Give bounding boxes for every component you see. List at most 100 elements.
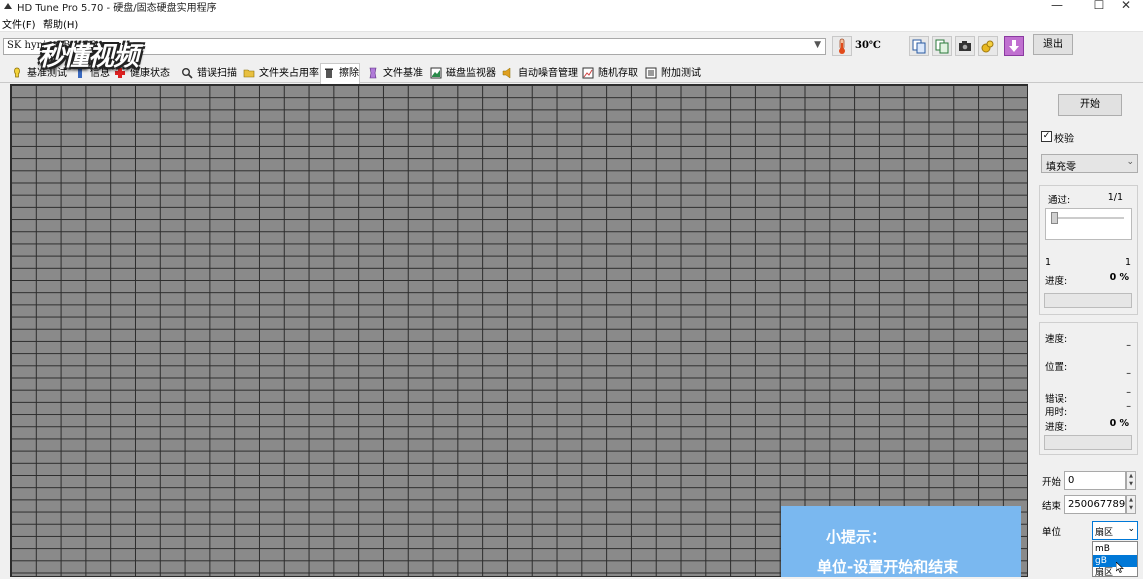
end-spinner[interactable]: ▲ ▼: [1126, 495, 1136, 514]
tab-label: 附加测试: [661, 68, 701, 79]
video-watermark: 秒懂视频: [38, 42, 139, 72]
tab-random-access[interactable]: 随机存取: [580, 64, 638, 83]
unit-option-sector[interactable]: 扇区: [1093, 567, 1137, 579]
errors-value: –: [1126, 387, 1131, 398]
exit-button[interactable]: 退出: [1033, 34, 1073, 55]
block-map: [10, 84, 1028, 577]
slider-thumb[interactable]: [1051, 212, 1058, 224]
options-button[interactable]: [978, 36, 998, 56]
tab-noise-management[interactable]: 自动噪音管理: [500, 64, 578, 83]
speed-value: –: [1126, 340, 1131, 351]
tab-disk-monitor[interactable]: 磁盘监视器: [428, 64, 496, 83]
start-spinner[interactable]: ▲ ▼: [1126, 471, 1136, 490]
minimize-button[interactable]: —: [1040, 0, 1074, 14]
passes-value: 1/1: [1107, 192, 1123, 203]
slider-min-label: 1: [1045, 257, 1052, 268]
chevron-down-icon: ⌄: [1126, 157, 1134, 167]
position-label: 位置:: [1045, 362, 1068, 373]
copy-icon: [912, 39, 926, 54]
tab-label: 文件基准: [383, 68, 423, 79]
tab-label: 随机存取: [598, 68, 638, 79]
errors-label: 错误:: [1045, 394, 1068, 405]
progress-label: 进度:: [1045, 276, 1068, 287]
fill-mode-select[interactable]: 填充零 ⌄: [1041, 154, 1138, 173]
unit-option-mb[interactable]: mB: [1093, 543, 1137, 555]
chevron-down-icon: ▼: [814, 40, 821, 50]
tab-label: 擦除: [339, 68, 359, 79]
slider-track: [1052, 217, 1124, 219]
folder-icon: [243, 69, 255, 78]
start-button[interactable]: 开始: [1058, 94, 1122, 116]
mouse-cursor-icon: [1116, 562, 1124, 573]
elapsed-label: 用时:: [1045, 407, 1068, 418]
title-bar: HD Tune Pro 5.70 - 硬盘/固态硬盘实用程序 — ☐ ✕: [0, 0, 1143, 14]
unit-value: 扇区: [1095, 528, 1114, 538]
camera-icon: [959, 41, 971, 51]
progress-bar-2: [1044, 435, 1132, 450]
end-field-label: 结束: [1042, 501, 1062, 512]
unit-option-gb[interactable]: gB: [1093, 555, 1137, 567]
progress-bar: [1044, 293, 1132, 308]
hint-box: 小提示： 单位-设置开始和结束: [781, 506, 1021, 577]
window-title: HD Tune Pro 5.70 - 硬盘/固态硬盘实用程序: [17, 3, 217, 14]
passes-label: 通过:: [1048, 195, 1071, 206]
progress2-label: 进度:: [1045, 422, 1068, 433]
position-value: –: [1126, 368, 1131, 379]
progress2-value: 0 %: [1109, 418, 1129, 429]
benchmark-icon: [14, 67, 20, 78]
drive-toolbar: SK hynix GB (128 ▼ 30℃: [0, 32, 1143, 60]
copy-info-button[interactable]: [909, 36, 929, 56]
elapsed-value: –: [1126, 401, 1131, 412]
tab-label: 错误扫描: [197, 68, 237, 79]
tab-label: 自动噪音管理: [518, 68, 578, 79]
hint-title: 小提示：: [826, 528, 887, 546]
tab-label: 磁盘监视器: [446, 68, 496, 79]
tab-label: 文件夹占用率: [259, 68, 319, 79]
menu-file[interactable]: 文件(F): [2, 16, 36, 31]
passes-slider[interactable]: [1045, 208, 1132, 240]
tab-bar: 基准测试 信息 健康状态 错误扫描 文件夹占用率 擦除 文件基准 磁盘监视器 自…: [0, 63, 1143, 84]
status-group: 速度: – 位置: – 错误: – 用时: – 进度: 0 %: [1039, 322, 1138, 455]
speaker-icon: [502, 67, 511, 79]
fill-mode-value: 填充零: [1046, 162, 1076, 173]
tab-erase[interactable]: 擦除: [320, 63, 360, 84]
save-button[interactable]: [1004, 36, 1024, 56]
hint-text: 单位-设置开始和结束: [817, 558, 959, 576]
thermometer-icon: [839, 38, 845, 54]
tab-folder-usage[interactable]: 文件夹占用率: [241, 64, 319, 83]
temperature-readout: 30℃: [855, 40, 881, 51]
screenshot-button[interactable]: [955, 36, 975, 56]
menu-bar: 文件(F) 帮助(H): [0, 14, 1143, 32]
app-window: HD Tune Pro 5.70 - 硬盘/固态硬盘实用程序 — ☐ ✕ 文件(…: [0, 0, 1143, 579]
copy-all-button[interactable]: [932, 36, 952, 56]
start-field-label: 开始: [1042, 477, 1062, 488]
start-field[interactable]: 0: [1064, 471, 1126, 490]
end-field[interactable]: 250067789: [1064, 495, 1126, 514]
options-icon: [981, 40, 994, 53]
file-benchmark-icon: [369, 67, 377, 79]
verify-checkbox[interactable]: ✓: [1041, 131, 1052, 142]
tab-extra-tests[interactable]: 附加测试: [643, 64, 701, 83]
speed-label: 速度:: [1045, 334, 1068, 345]
unit-select[interactable]: 扇区 ⌄: [1092, 521, 1138, 540]
disk-monitor-icon: [430, 67, 442, 79]
chevron-down-icon: ⌄: [1127, 524, 1135, 534]
copy-all-icon: [935, 39, 949, 54]
app-icon: [4, 3, 12, 9]
close-button[interactable]: ✕: [1109, 0, 1143, 14]
tab-file-benchmark[interactable]: 文件基准: [365, 64, 423, 83]
unit-label: 单位: [1042, 527, 1062, 538]
error-scan-icon: [182, 68, 193, 79]
passes-group: 通过: 1/1 1 1 进度: 0 %: [1039, 185, 1138, 315]
tab-error-scan[interactable]: 错误扫描: [179, 64, 237, 83]
erase-icon: [325, 68, 333, 78]
download-arrow-icon: [1009, 40, 1019, 52]
slider-max-label: 1: [1124, 257, 1131, 268]
progress-value: 0 %: [1109, 272, 1129, 283]
random-access-icon: [582, 67, 594, 79]
unit-dropdown: mB gB 扇区: [1092, 541, 1138, 579]
menu-help[interactable]: 帮助(H): [43, 16, 78, 31]
thermometer-button[interactable]: [832, 36, 852, 56]
verify-label: 校验: [1054, 134, 1074, 145]
extra-tests-icon: [645, 67, 657, 79]
